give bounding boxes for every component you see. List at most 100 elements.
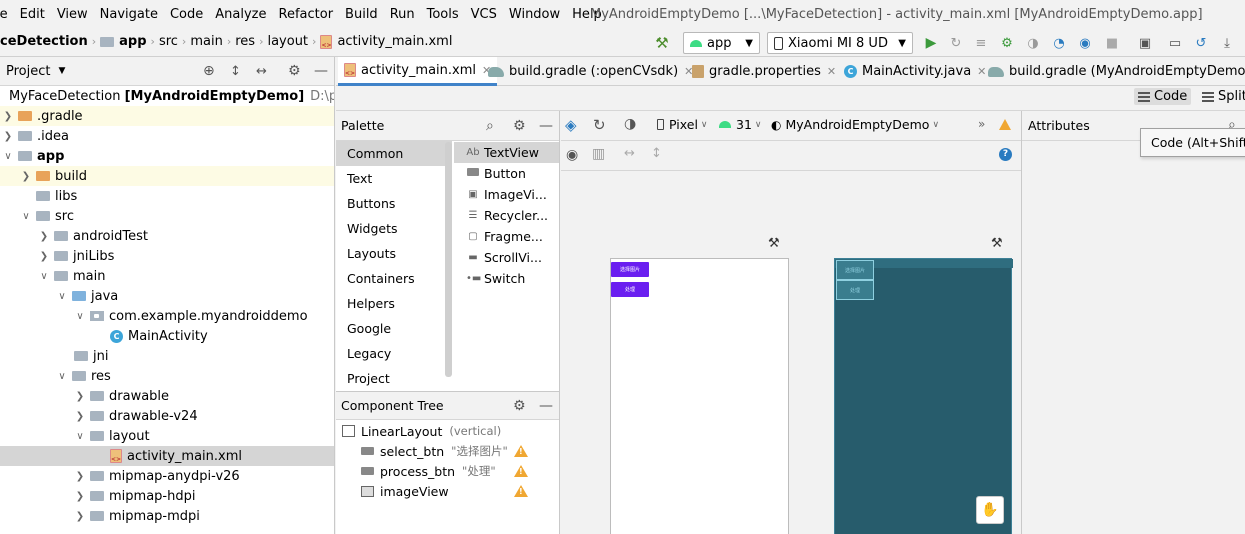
menu-code[interactable]: Code — [164, 7, 209, 22]
run-config-dropdown[interactable]: app ▼ — [683, 32, 760, 54]
breadcrumb-res[interactable]: res — [235, 34, 255, 49]
chevron-right-icon[interactable]: ❯ — [74, 471, 86, 482]
chevron-right-icon[interactable]: ❯ — [38, 231, 50, 242]
palette-category-helpers[interactable]: Helpers — [336, 291, 452, 316]
menu-window[interactable]: Window — [503, 7, 566, 22]
close-icon[interactable]: ✕ — [827, 65, 836, 78]
tree-item-libs[interactable]: libs — [0, 186, 334, 206]
tab-build-gradle-project[interactable]: build.gradle (MyAndroidEmptyDemo) — [982, 57, 1245, 86]
chevron-right-icon[interactable]: ❯ — [2, 111, 14, 122]
palette-category-widgets[interactable]: Widgets — [336, 216, 452, 241]
pan-hand-icon[interactable]: ✋ — [976, 496, 1004, 524]
tab-gradle-properties[interactable]: gradle.properties ✕ — [686, 57, 842, 86]
breadcrumb-project[interactable]: ceDetection — [0, 34, 88, 49]
breadcrumb-app[interactable]: app — [119, 34, 146, 49]
palette-scrollbar[interactable] — [445, 142, 452, 377]
chevron-down-icon[interactable]: ∨ — [2, 151, 14, 162]
debug-icon[interactable]: ⚙ — [998, 34, 1016, 52]
menu-analyze[interactable]: Analyze — [209, 7, 272, 22]
tab-activity-main[interactable]: activity_main.xml ✕ — [338, 57, 498, 86]
tree-item-activity-main[interactable]: activity_main.xml — [0, 446, 334, 466]
palette-category-text[interactable]: Text — [336, 166, 452, 191]
tree-item-mipmap-mdpi[interactable]: ❯ mipmap-mdpi — [0, 506, 334, 526]
tree-item-drawable-v24[interactable]: ❯ drawable-v24 — [0, 406, 334, 426]
tree-item-java[interactable]: ∨ java — [0, 286, 334, 306]
more-icon[interactable]: » — [978, 117, 985, 131]
warning-icon[interactable] — [514, 445, 528, 457]
tree-item-jnilibs[interactable]: ❯ jniLibs — [0, 246, 334, 266]
menu-run[interactable]: Run — [384, 7, 421, 22]
warning-icon[interactable] — [514, 485, 528, 497]
attach-debugger-icon[interactable]: ◑ — [1024, 34, 1042, 52]
palette-category-common[interactable]: Common — [336, 141, 452, 166]
device-manager-icon[interactable]: ▭ — [1166, 34, 1184, 52]
breadcrumb-layout[interactable]: layout — [267, 34, 308, 49]
menu-view[interactable]: View — [51, 7, 94, 22]
night-mode-icon[interactable]: ◑ — [624, 116, 636, 132]
api-selector[interactable]: 31 ∨ — [719, 117, 762, 132]
palette-widget-recyclerview[interactable]: ☰ Recycler... — [454, 205, 559, 226]
tab-mainactivity[interactable]: C MainActivity.java ✕ — [838, 57, 992, 86]
tree-item-root[interactable]: MyFaceDetection [MyAndroidEmptyDemo] D:\… — [0, 86, 334, 106]
component-select-btn[interactable]: select_btn "选择图片" — [336, 441, 534, 461]
run-icon[interactable]: ▶ — [922, 34, 940, 52]
blueprint-surface[interactable]: 选择图片 处理 — [834, 258, 1013, 534]
menu-vcs[interactable]: VCS — [465, 7, 503, 22]
chevron-right-icon[interactable]: ❯ — [38, 251, 50, 262]
help-icon[interactable]: ? — [999, 148, 1012, 161]
sdk-manager-icon[interactable]: ⤓ — [1218, 34, 1236, 52]
chevron-down-icon[interactable]: ∨ — [74, 431, 86, 442]
chevron-right-icon[interactable]: ❯ — [74, 391, 86, 402]
tree-item-package[interactable]: ∨ com.example.myandroiddemo — [0, 306, 334, 326]
tree-item-main[interactable]: ∨ main — [0, 266, 334, 286]
chevron-down-icon[interactable]: ∨ — [38, 271, 50, 282]
breadcrumb-file[interactable]: activity_main.xml — [337, 34, 452, 49]
profiler-icon[interactable]: ◔ — [1050, 34, 1068, 52]
layers-icon[interactable]: ◈ — [565, 116, 577, 134]
palette-widget-textview[interactable]: Ab TextView — [454, 142, 559, 163]
vertical-resize-icon[interactable]: ↕ — [651, 146, 662, 161]
palette-widget-imageview[interactable]: ▣ ImageVi... — [454, 184, 559, 205]
component-linearlayout[interactable]: LinearLayout (vertical) — [336, 421, 534, 441]
blueprint-process-button[interactable]: 处理 — [836, 280, 874, 300]
tree-item-drawable[interactable]: ❯ drawable — [0, 386, 334, 406]
chevron-right-icon[interactable]: ❯ — [20, 171, 32, 182]
split-view-button[interactable]: Split — [1198, 88, 1245, 105]
hammer-icon[interactable]: ⚒ — [653, 34, 671, 52]
chevron-right-icon[interactable]: ❯ — [74, 491, 86, 502]
palette-widget-button[interactable]: Button — [454, 163, 559, 184]
chevron-right-icon[interactable]: ❯ — [2, 131, 14, 142]
orientation-icon[interactable]: ↻ — [593, 116, 606, 134]
palette-widget-scrollview[interactable]: ▬ ScrollVi... — [454, 247, 559, 268]
sync-gradle-icon[interactable]: ↺ — [1192, 34, 1210, 52]
preview-process-button[interactable]: 处理 — [611, 282, 649, 297]
coverage-icon[interactable]: ◉ — [1076, 34, 1094, 52]
search-icon[interactable]: ⌕ — [486, 118, 494, 134]
menu-navigate[interactable]: Navigate — [94, 7, 164, 22]
preview-select-button[interactable]: 选择图片 — [611, 262, 649, 277]
palette-widget-fragment[interactable]: ▢ Fragme... — [454, 226, 559, 247]
expand-all-icon[interactable]: ↕ — [230, 64, 241, 79]
tree-item-layout[interactable]: ∨ layout — [0, 426, 334, 446]
gear-icon[interactable]: ⚙ — [513, 118, 526, 134]
chevron-down-icon[interactable]: ▼ — [58, 66, 65, 76]
tree-item-idea[interactable]: ❯ .idea — [0, 126, 334, 146]
gear-icon[interactable]: ⚙ — [513, 398, 526, 414]
tree-item-mainactivity[interactable]: C MainActivity — [0, 326, 334, 346]
chevron-right-icon[interactable]: ❯ — [74, 411, 86, 422]
code-view-button[interactable]: Code — [1134, 88, 1192, 105]
chevron-down-icon[interactable]: ∨ — [56, 291, 68, 302]
component-imageview[interactable]: imageView — [336, 481, 534, 501]
menu-build[interactable]: Build — [339, 7, 384, 22]
project-structure-icon[interactable]: ▣ — [1136, 34, 1154, 52]
tree-item-mipmap-anydpi[interactable]: ❯ mipmap-anydpi-v26 — [0, 466, 334, 486]
chevron-right-icon[interactable]: ❯ — [74, 511, 86, 522]
tree-item-src[interactable]: ∨ src — [0, 206, 334, 226]
rerun-icon[interactable]: ↻ — [947, 34, 965, 52]
apply-changes-icon[interactable]: ≡ — [972, 34, 990, 52]
stop-icon[interactable]: ■ — [1103, 34, 1121, 52]
menu-edit[interactable]: Edit — [14, 7, 51, 22]
palette-category-google[interactable]: Google — [336, 316, 452, 341]
tree-item-mipmap-hdpi[interactable]: ❯ mipmap-hdpi — [0, 486, 334, 506]
breadcrumb-main[interactable]: main — [190, 34, 222, 49]
